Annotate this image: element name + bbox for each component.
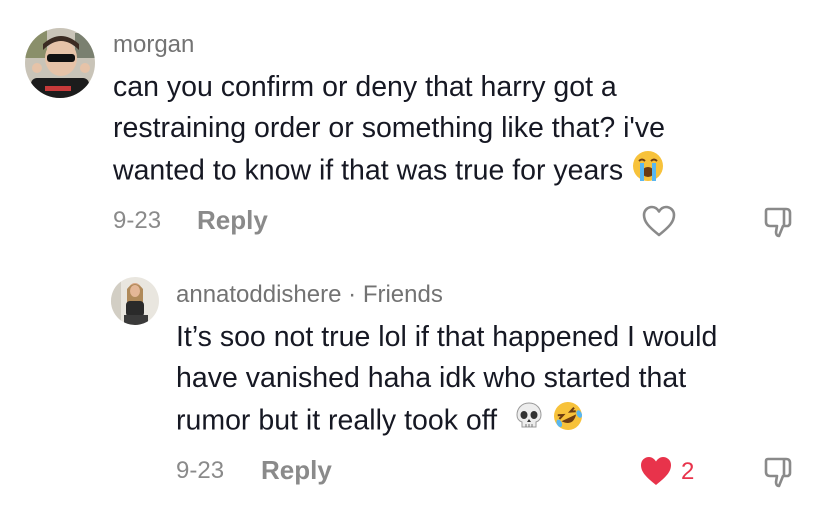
comment-line: can you confirm or deny that harry got a <box>113 71 617 103</box>
reply-date: 9-23 <box>176 457 225 484</box>
avatar[interactable] <box>25 28 95 98</box>
reply-username[interactable]: annatoddishere <box>176 281 341 308</box>
reply-text: It’s soo not true lol if that happened I… <box>176 317 717 445</box>
comment-date: 9-23 <box>113 207 162 234</box>
friends-badge: Friends <box>362 281 443 308</box>
reply-line: have vanished haha idk who started that <box>176 362 687 394</box>
reply-header: annatoddishere · Friends <box>176 281 443 309</box>
like-count: 2 <box>681 458 695 485</box>
thumbs-down-icon[interactable] <box>762 455 796 494</box>
separator-dot: · <box>348 281 357 308</box>
reply-button[interactable]: Reply <box>197 205 268 236</box>
username-text[interactable]: morgan <box>113 31 194 58</box>
reply-line-text: rumor but it really took off <box>176 404 498 437</box>
comment-line: restraining order or something like that… <box>113 112 665 144</box>
skull-icon <box>513 400 545 444</box>
heart-outline-icon[interactable] <box>641 204 677 243</box>
comment-line: wanted to know if that was true for year… <box>113 149 665 195</box>
reply-button[interactable]: Reply <box>261 455 332 486</box>
thumbs-down-icon[interactable] <box>762 205 796 244</box>
comment-text: can you confirm or deny that harry got a… <box>113 67 665 195</box>
comment-line-text: wanted to know if that was true for year… <box>113 154 624 187</box>
avatar[interactable] <box>111 277 159 325</box>
reply-line: It’s soo not true lol if that happened I… <box>176 321 718 353</box>
loudly-crying-face-icon <box>631 149 665 195</box>
heart-filled-icon[interactable] <box>638 454 674 493</box>
rolling-on-floor-laughing-icon <box>551 399 585 445</box>
comment-username[interactable]: morgan <box>113 31 194 59</box>
reply-line: rumor but it really took off <box>176 399 717 445</box>
